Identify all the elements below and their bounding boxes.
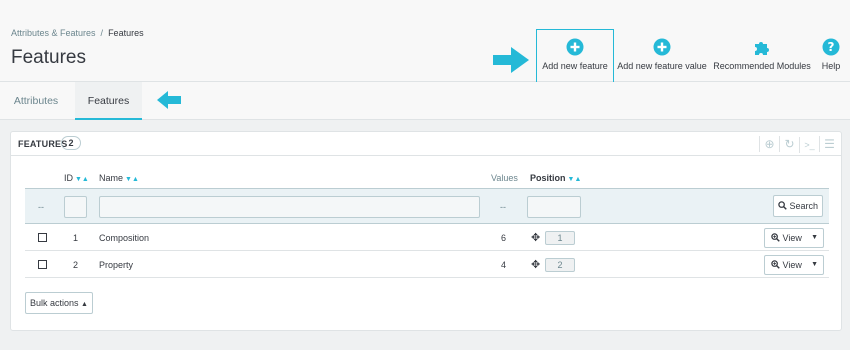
- add-new-feature-value-label: Add new feature value: [617, 61, 707, 71]
- bulk-actions-button[interactable]: Bulk actions ▲: [25, 292, 93, 314]
- caret-up-icon: ▲: [81, 301, 88, 308]
- row-checkbox[interactable]: [38, 260, 47, 269]
- sort-arrows-icon[interactable]: ▼▲: [568, 176, 582, 183]
- row-name[interactable]: Property: [99, 260, 133, 270]
- column-header-name-label: Name: [99, 173, 124, 183]
- page-title: Features: [11, 47, 86, 68]
- plus-circle-icon: [653, 38, 671, 56]
- view-button[interactable]: View ▼: [764, 255, 824, 275]
- panel-toolbar: ⊕ ↻ >_ ☰: [759, 136, 839, 153]
- help-button[interactable]: ? Help: [816, 30, 846, 88]
- column-header-id-label: ID: [64, 173, 73, 183]
- plus-circle-icon: [566, 38, 584, 56]
- panel-header: FEATURES 2 ⊕ ↻ >_ ☰: [11, 132, 841, 156]
- callout-arrow-right-icon: [493, 47, 529, 73]
- table-row[interactable]: 2 Property 4 ✥ 2 View ▼: [25, 252, 829, 278]
- column-header-position-label: Position: [530, 173, 566, 183]
- help-label: Help: [821, 61, 841, 71]
- sort-arrows-icon[interactable]: ▼▲: [75, 176, 89, 183]
- row-checkbox[interactable]: [38, 233, 47, 242]
- breadcrumb-parent-link[interactable]: Attributes & Features: [11, 28, 96, 38]
- page-header: Attributes & Features / Features Features …: [0, 0, 850, 88]
- row-position: 1: [545, 231, 575, 245]
- filter-values-dash: --: [500, 202, 506, 212]
- row-id: 2: [73, 260, 79, 270]
- row-name[interactable]: Composition: [99, 233, 149, 243]
- table-row[interactable]: 1 Composition 6 ✥ 1 View ▼: [25, 225, 829, 251]
- database-icon[interactable]: ☰: [819, 136, 839, 152]
- recommended-modules-label: Recommended Modules: [713, 61, 811, 71]
- filter-row: -- -- Search: [25, 188, 829, 224]
- recommended-modules-button[interactable]: Recommended Modules: [712, 30, 812, 88]
- filter-placeholder-dash: --: [38, 202, 44, 212]
- add-new-feature-button[interactable]: Add new feature: [536, 29, 614, 88]
- row-values-count: 4: [501, 260, 507, 270]
- tab-bar: Attributes Features: [0, 82, 850, 120]
- caret-down-icon[interactable]: ▼: [811, 256, 818, 274]
- breadcrumb: Attributes & Features / Features: [11, 28, 144, 38]
- bulk-actions-label: Bulk actions: [30, 298, 79, 308]
- search-button-label: Search: [789, 201, 819, 211]
- features-panel: FEATURES 2 ⊕ ↻ >_ ☰ ID ▼▲ Name ▼▲ Values Posi…: [10, 131, 842, 331]
- add-icon[interactable]: ⊕: [759, 136, 779, 152]
- add-new-feature-value-button[interactable]: Add new feature value: [616, 30, 708, 88]
- help-circle-icon: ?: [822, 38, 840, 56]
- zoom-in-icon: [771, 233, 780, 242]
- breadcrumb-separator: /: [100, 28, 104, 38]
- breadcrumb-current: Features: [108, 28, 144, 38]
- zoom-in-icon: [771, 260, 780, 269]
- tab-attributes[interactable]: Attributes: [0, 82, 72, 120]
- count-badge: 2: [61, 136, 81, 150]
- drag-handle-icon[interactable]: ✥: [531, 231, 540, 244]
- search-icon: [778, 201, 787, 210]
- filter-position-input[interactable]: [527, 196, 581, 218]
- sql-icon[interactable]: >_: [799, 137, 819, 153]
- callout-arrow-left-icon: [157, 91, 181, 109]
- filter-name-input[interactable]: [99, 196, 480, 218]
- filter-id-input[interactable]: [64, 196, 87, 218]
- view-button[interactable]: View ▼: [764, 228, 824, 248]
- column-header-values: Values: [491, 173, 518, 183]
- puzzle-icon: [755, 42, 769, 55]
- column-header-id[interactable]: ID ▼▲: [64, 173, 89, 183]
- tab-features[interactable]: Features: [75, 82, 142, 120]
- row-id: 1: [73, 233, 79, 243]
- view-button-label: View: [782, 233, 802, 243]
- column-header-position[interactable]: Position ▼▲: [530, 173, 581, 183]
- refresh-icon[interactable]: ↻: [779, 136, 799, 152]
- caret-down-icon[interactable]: ▼: [811, 229, 818, 247]
- drag-handle-icon[interactable]: ✥: [531, 258, 540, 271]
- svg-text:?: ?: [828, 40, 835, 54]
- column-header-name[interactable]: Name ▼▲: [99, 173, 139, 183]
- page-footer-area: [0, 332, 850, 350]
- row-values-count: 6: [501, 233, 507, 243]
- sort-arrows-icon[interactable]: ▼▲: [125, 176, 139, 183]
- search-button[interactable]: Search: [773, 195, 823, 217]
- row-position: 2: [545, 258, 575, 272]
- view-button-label: View: [782, 260, 802, 270]
- add-new-feature-label: Add new feature: [542, 61, 608, 71]
- panel-title: FEATURES: [18, 139, 68, 149]
